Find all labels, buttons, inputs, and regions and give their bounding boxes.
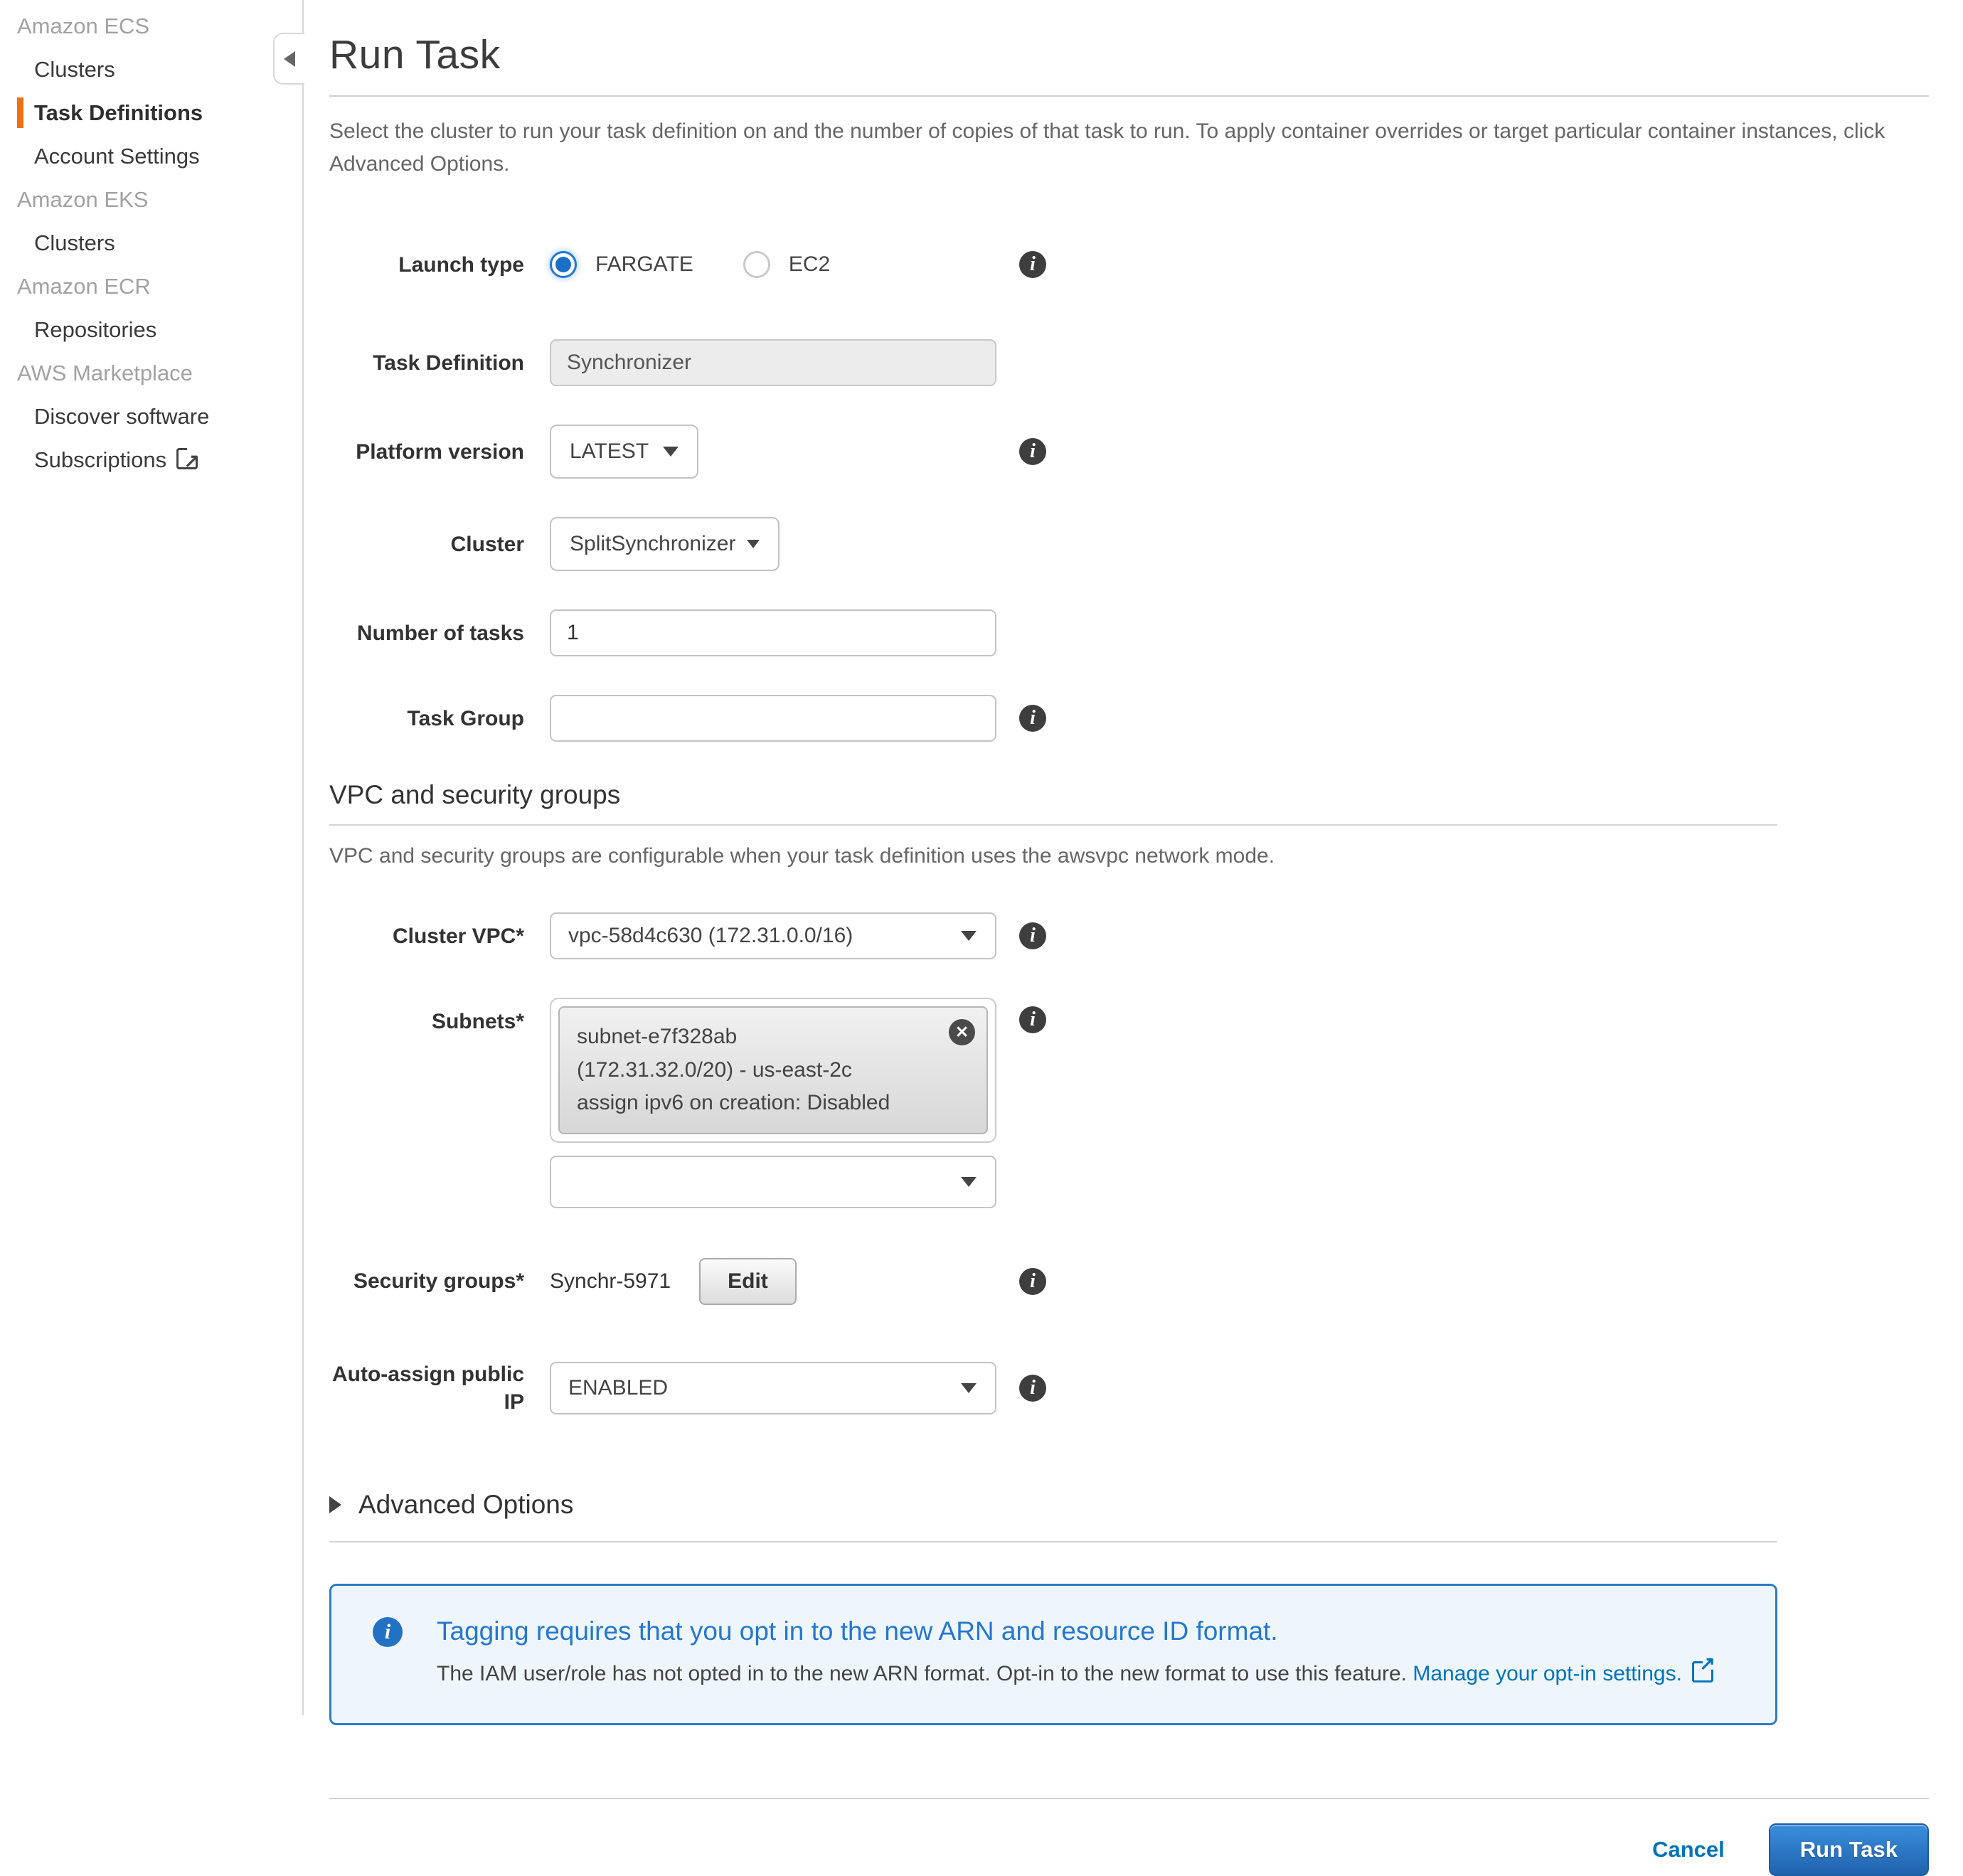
info-icon[interactable]: i	[1019, 251, 1046, 278]
subnets-add-dropdown[interactable]	[550, 1156, 996, 1208]
platform-version-dropdown[interactable]: LATEST	[550, 425, 698, 479]
page-description: Select the cluster to run your task defi…	[329, 115, 1930, 180]
launch-type-label: Launch type	[329, 251, 550, 279]
radio-fargate[interactable]	[550, 251, 577, 278]
number-of-tasks-label: Number of tasks	[329, 619, 550, 647]
sidebar-item-ecs-clusters[interactable]: Clusters	[0, 48, 302, 91]
task-definition-label: Task Definition	[329, 349, 550, 377]
task-group-label: Task Group	[329, 705, 550, 732]
advanced-options-divider	[329, 1541, 1777, 1542]
sidebar-header-aws-marketplace: AWS Marketplace	[0, 351, 302, 395]
auto-assign-ip-value: ENABLED	[568, 1376, 668, 1400]
chevron-down-icon	[961, 931, 977, 941]
subnets-row: Subnets* subnet-e7f328ab (172.31.32.0/20…	[329, 998, 1963, 1208]
cancel-button[interactable]: Cancel	[1652, 1837, 1725, 1862]
sidebar-item-account-settings[interactable]: Account Settings	[0, 134, 302, 178]
run-task-button[interactable]: Run Task	[1769, 1823, 1929, 1876]
auto-assign-ip-dropdown[interactable]: ENABLED	[550, 1362, 996, 1414]
subnet-chip: subnet-e7f328ab (172.31.32.0/20) - us-ea…	[558, 1006, 988, 1134]
chevron-down-icon	[961, 1383, 977, 1393]
link-label: Manage your opt-in settings.	[1413, 1662, 1682, 1685]
info-icon[interactable]: i	[1019, 1375, 1046, 1402]
sidebar-item-repositories[interactable]: Repositories	[0, 308, 302, 351]
vpc-section-title: VPC and security groups	[329, 780, 1963, 810]
sidebar-item-discover-software[interactable]: Discover software	[0, 395, 302, 438]
radio-fargate-label: FARGATE	[595, 252, 693, 277]
info-icon[interactable]: i	[1019, 438, 1046, 465]
security-group-value: Synchr-5971	[550, 1269, 671, 1294]
info-icon[interactable]: i	[1019, 922, 1046, 949]
vpc-section-description: VPC and security groups are configurable…	[329, 844, 1963, 868]
info-icon: i	[373, 1617, 403, 1647]
edit-security-groups-button[interactable]: Edit	[699, 1258, 797, 1305]
platform-version-value: LATEST	[570, 439, 649, 464]
advanced-options-toggle[interactable]: Advanced Options	[329, 1490, 1963, 1520]
auto-assign-ip-row: Auto-assign public IP ENABLED i	[329, 1360, 1963, 1416]
subnet-chip-ipv6: assign ipv6 on creation: Disabled	[577, 1087, 969, 1120]
cluster-label: Cluster	[329, 531, 550, 558]
auto-assign-ip-label: Auto-assign public IP	[329, 1360, 550, 1416]
external-link-icon	[176, 448, 198, 469]
number-of-tasks-row: Number of tasks	[329, 609, 1963, 656]
sidebar-item-eks-clusters[interactable]: Clusters	[0, 221, 302, 265]
cluster-value: SplitSynchronizer	[570, 532, 735, 556]
cluster-vpc-dropdown[interactable]: vpc-58d4c630 (172.31.0.0/16)	[550, 912, 996, 959]
vpc-form: Cluster VPC* vpc-58d4c630 (172.31.0.0/16…	[329, 912, 1963, 1416]
platform-version-label: Platform version	[329, 438, 550, 466]
platform-version-row: Platform version LATEST i	[329, 425, 1963, 479]
info-icon[interactable]: i	[1019, 705, 1046, 732]
chevron-left-icon	[284, 51, 295, 67]
sidebar-item-task-definitions[interactable]: Task Definitions	[0, 91, 302, 134]
number-of-tasks-input[interactable]	[550, 609, 996, 656]
chevron-down-icon	[663, 447, 679, 457]
chevron-right-icon	[329, 1496, 341, 1513]
sidebar-item-subscriptions[interactable]: Subscriptions	[0, 438, 302, 481]
footer-actions: Cancel Run Task	[329, 1823, 1929, 1876]
security-groups-row: Security groups* Synchr-5971 Edit i	[329, 1258, 1963, 1305]
run-task-form: Launch type FARGATE EC2 i Task Definitio…	[329, 248, 1963, 742]
sidebar-header-amazon-ecr: Amazon ECR	[0, 265, 302, 308]
sidebar-header-amazon-ecs: Amazon ECS	[0, 4, 302, 48]
radio-selected-dot	[555, 257, 571, 272]
chevron-down-icon	[961, 1177, 977, 1187]
subnet-chip-cidr: (172.31.32.0/20) - us-east-2c	[577, 1054, 969, 1087]
info-icon[interactable]: i	[1019, 1268, 1046, 1295]
subnets-label: Subnets*	[329, 998, 550, 1035]
cluster-row: Cluster SplitSynchronizer	[329, 517, 1963, 571]
launch-type-options: FARGATE EC2	[550, 248, 996, 281]
radio-ec2[interactable]	[743, 251, 770, 278]
cluster-vpc-row: Cluster VPC* vpc-58d4c630 (172.31.0.0/16…	[329, 912, 1963, 959]
tagging-info-banner: i Tagging requires that you opt in to th…	[329, 1584, 1777, 1725]
banner-title: Tagging requires that you opt in to the …	[437, 1614, 1713, 1648]
banner-message: The IAM user/role has not opted in to th…	[437, 1662, 1407, 1685]
cluster-vpc-value: vpc-58d4c630 (172.31.0.0/16)	[568, 924, 853, 948]
external-link-icon	[1692, 1661, 1713, 1683]
vpc-section-divider	[329, 824, 1777, 826]
cluster-vpc-label: Cluster VPC*	[329, 922, 550, 950]
page-title: Run Task	[329, 31, 1963, 78]
chevron-down-icon	[747, 540, 760, 548]
task-definition-input	[550, 339, 996, 386]
sidebar-header-amazon-eks: Amazon EKS	[0, 178, 302, 221]
launch-type-row: Launch type FARGATE EC2 i	[329, 248, 1963, 281]
sidebar-item-label: Subscriptions	[34, 447, 166, 472]
advanced-options-label: Advanced Options	[358, 1490, 573, 1520]
info-icon[interactable]: i	[1019, 1006, 1046, 1033]
cluster-dropdown[interactable]: SplitSynchronizer	[550, 517, 780, 571]
remove-subnet-icon[interactable]: ✕	[949, 1019, 975, 1045]
footer-divider	[329, 1798, 1929, 1799]
manage-opt-in-settings-link[interactable]: Manage your opt-in settings.	[1413, 1662, 1713, 1685]
sidebar-collapse-button[interactable]	[273, 33, 305, 85]
subnets-multiselect: subnet-e7f328ab (172.31.32.0/20) - us-ea…	[550, 998, 996, 1143]
main-content: Run Task Select the cluster to run your …	[305, 0, 1963, 1876]
subnet-chip-id: subnet-e7f328ab	[577, 1020, 969, 1054]
task-group-row: Task Group i	[329, 695, 1963, 742]
radio-ec2-label: EC2	[789, 252, 830, 277]
title-divider	[329, 95, 1929, 97]
task-group-input[interactable]	[550, 695, 996, 742]
security-groups-label: Security groups*	[329, 1267, 550, 1295]
sidebar-nav-list: Amazon ECS Clusters Task Definitions Acc…	[0, 4, 302, 481]
task-definition-row: Task Definition	[329, 339, 1963, 386]
sidebar: Amazon ECS Clusters Task Definitions Acc…	[0, 0, 304, 1715]
